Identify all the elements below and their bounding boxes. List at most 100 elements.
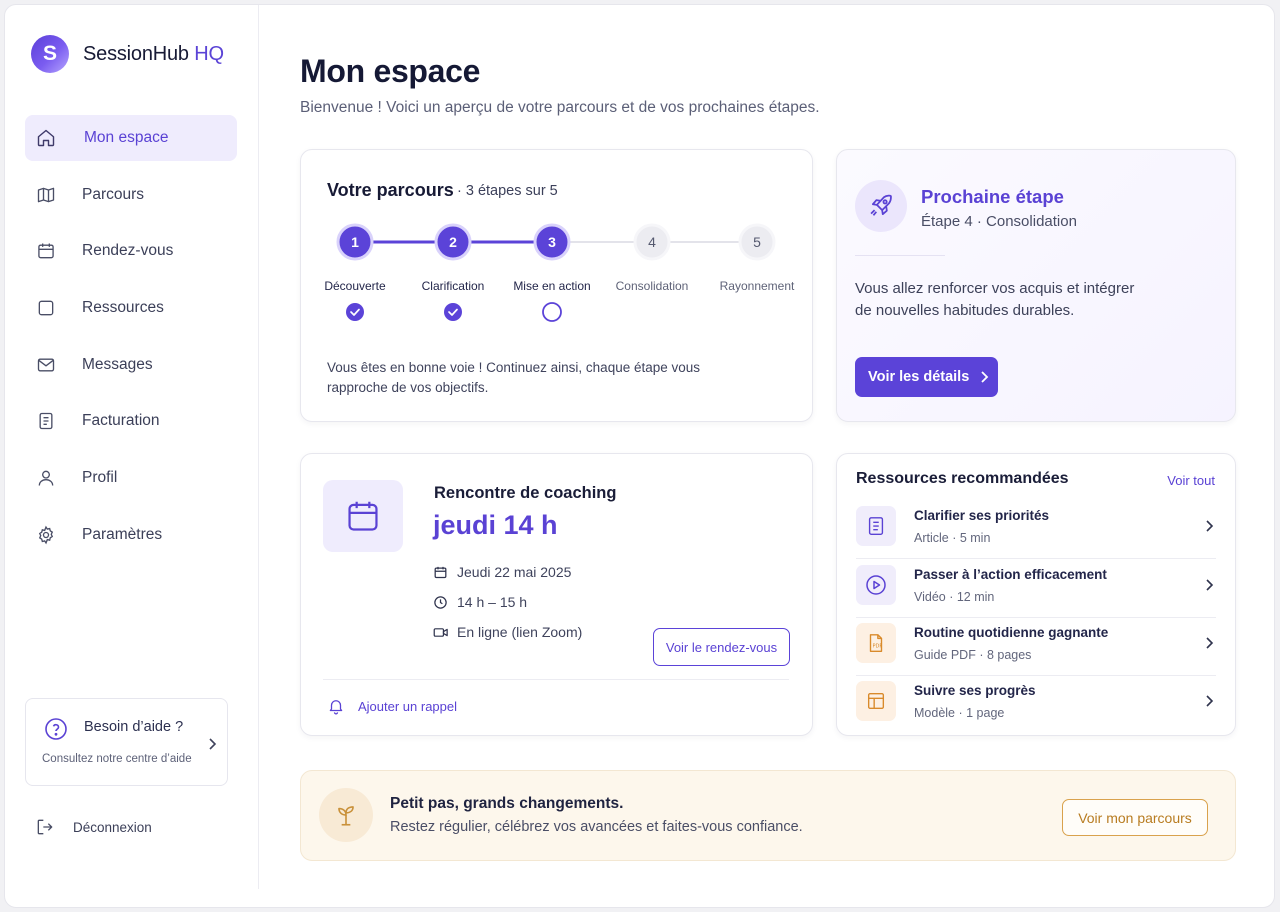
chevron-right-icon [1204,577,1214,593]
meeting-time: jeudi 14 h [433,510,558,540]
resource-item[interactable]: PDF Routine quotidienne gagnante Guide P… [856,618,1216,676]
resource-type: Modèle [914,706,955,720]
resource-item[interactable]: Passer à l’action efficacement Vidéo · 1… [856,560,1216,618]
calendar-small-icon [433,565,449,580]
brand-name: SessionHub HQ [83,43,224,66]
gear-icon [35,524,57,546]
chevron-right-icon [979,370,989,384]
next-step-description: Vous allez renforcer vos acquis et intég… [855,280,1135,319]
step-label: Consolidation [615,279,689,293]
sidebar-item-label: Parcours [82,185,145,203]
calendar-icon [35,240,57,262]
resource-item[interactable]: Suivre ses progrès Modèle · 1 page [856,676,1216,734]
template-icon [856,681,896,721]
rocket-icon [855,180,907,232]
current-step-marker [542,302,562,322]
logout-icon [35,817,55,837]
step-5[interactable]: 5 [738,223,776,261]
brand[interactable]: S SessionHub HQ [31,35,224,73]
view-details-button[interactable]: Voir les détails [855,357,998,397]
help-title: Besoin d’aide ? [84,719,184,735]
chevron-right-icon [207,737,217,756]
sidebar-item-mon-espace[interactable]: Mon espace [25,115,237,161]
step-number: 2 [449,234,457,250]
help-card[interactable]: Besoin d’aide ? Consultez notre centre d… [25,698,228,786]
clock-icon [433,595,449,610]
resource-type: Article [914,531,949,545]
step-1[interactable]: 1 [336,223,374,261]
page-title: Mon espace [300,53,481,89]
resources-card: Ressources recommandées Voir tout Clarif… [836,453,1236,736]
home-icon [35,127,57,149]
progress-stepper: 1 2 3 4 5 [336,223,776,322]
video-icon [433,625,449,640]
check-icon [444,303,462,321]
pdf-icon: PDF [856,623,896,663]
sidebar-item-label: Paramètres [82,525,163,543]
chevron-right-icon [1204,635,1214,651]
meeting-hours-text: 14 h – 15 h [457,594,528,610]
document-icon [856,506,896,546]
brand-name-suffix: HQ [194,42,224,65]
resource-meta: Article · 5 min [914,531,991,545]
sidebar: S SessionHub HQ Mon espace Parcours Rend… [5,5,259,889]
resource-meta: Modèle · 1 page [914,706,1005,720]
resource-meta: Guide PDF · 8 pages [914,648,1032,662]
resource-name: Clarifier ses priorités [914,508,1050,523]
sidebar-item-parcours[interactable]: Parcours [25,172,237,218]
calendar-icon [323,480,403,552]
sidebar-item-label: Profil [82,469,118,487]
parcours-card: Votre parcours · 3 étapes sur 5 1 2 3 4 5 Dé… [300,149,813,422]
tip-title: Petit pas, grands changements. [390,795,624,812]
resources-title: Ressources recommandées [856,470,1069,487]
tip-banner: Petit pas, grands changements. Restez ré… [300,770,1236,861]
svg-text:PDF: PDF [873,644,883,650]
add-reminder-link[interactable]: Ajouter un rappel [327,697,457,715]
step-label: Mise en action [513,279,591,293]
map-icon [35,184,57,206]
resource-detail: 1 page [966,706,1005,720]
sidebar-item-label: Mon espace [84,129,169,146]
sidebar-item-rendez-vous[interactable]: Rendez-vous [25,228,237,274]
divider [323,679,789,680]
help-subtitle: Consultez notre centre d’aide [42,753,192,765]
resource-name: Suivre ses progrès [914,683,1036,698]
sidebar-item-messages[interactable]: Messages [25,342,237,388]
logout-link[interactable]: Déconnexion [35,817,152,837]
user-icon [35,467,57,489]
resource-detail: 8 pages [986,648,1032,662]
view-meeting-button[interactable]: Voir le rendez-vous [653,628,790,666]
step-3[interactable]: 3 [533,223,571,261]
add-reminder-label: Ajouter un rappel [358,698,458,714]
resource-item[interactable]: Clarifier ses priorités Article · 5 min [856,501,1216,559]
step-2[interactable]: 2 [434,223,472,261]
sidebar-nav: Mon espace Parcours Rendez-vous Ressourc… [25,115,237,569]
sidebar-item-profil[interactable]: Profil [25,455,237,501]
meeting-location: En ligne (lien Zoom) [433,624,582,640]
next-step-title: Prochaine étape [921,186,1064,207]
sidebar-item-label: Facturation [82,412,160,430]
resource-name: Routine quotidienne gagnante [914,625,1109,640]
step-label: Découverte [324,279,386,293]
brand-name-main: SessionHub [83,42,189,65]
see-all-link[interactable]: Voir tout [1167,473,1215,488]
meeting-location-text: En ligne (lien Zoom) [457,624,583,640]
sidebar-item-ressources[interactable]: Ressources [25,285,237,331]
check-icon [346,303,364,321]
logout-label: Déconnexion [73,819,152,835]
mail-icon [35,354,57,376]
next-step-card: Prochaine étape Étape 4 · Consolidation … [836,149,1236,422]
meeting-date-text: Jeudi 22 mai 2025 [457,564,572,580]
step-4[interactable]: 4 [633,223,671,261]
chevron-right-icon [1204,518,1214,534]
resource-detail: 5 min [959,531,991,545]
sidebar-item-label: Ressources [82,299,164,317]
sidebar-item-facturation[interactable]: Facturation [25,398,237,444]
sidebar-item-parametres[interactable]: Paramètres [25,512,237,558]
view-my-path-button[interactable]: Voir mon parcours [1062,799,1208,836]
play-icon [856,565,896,605]
parcours-count: · 3 étapes sur 5 [457,183,558,199]
resource-type: Guide PDF [914,648,976,662]
parcours-message: Vous êtes en bonne voie ! Continuez ains… [327,360,701,395]
next-step-subtitle: Étape 4 · Consolidation [921,213,1077,230]
